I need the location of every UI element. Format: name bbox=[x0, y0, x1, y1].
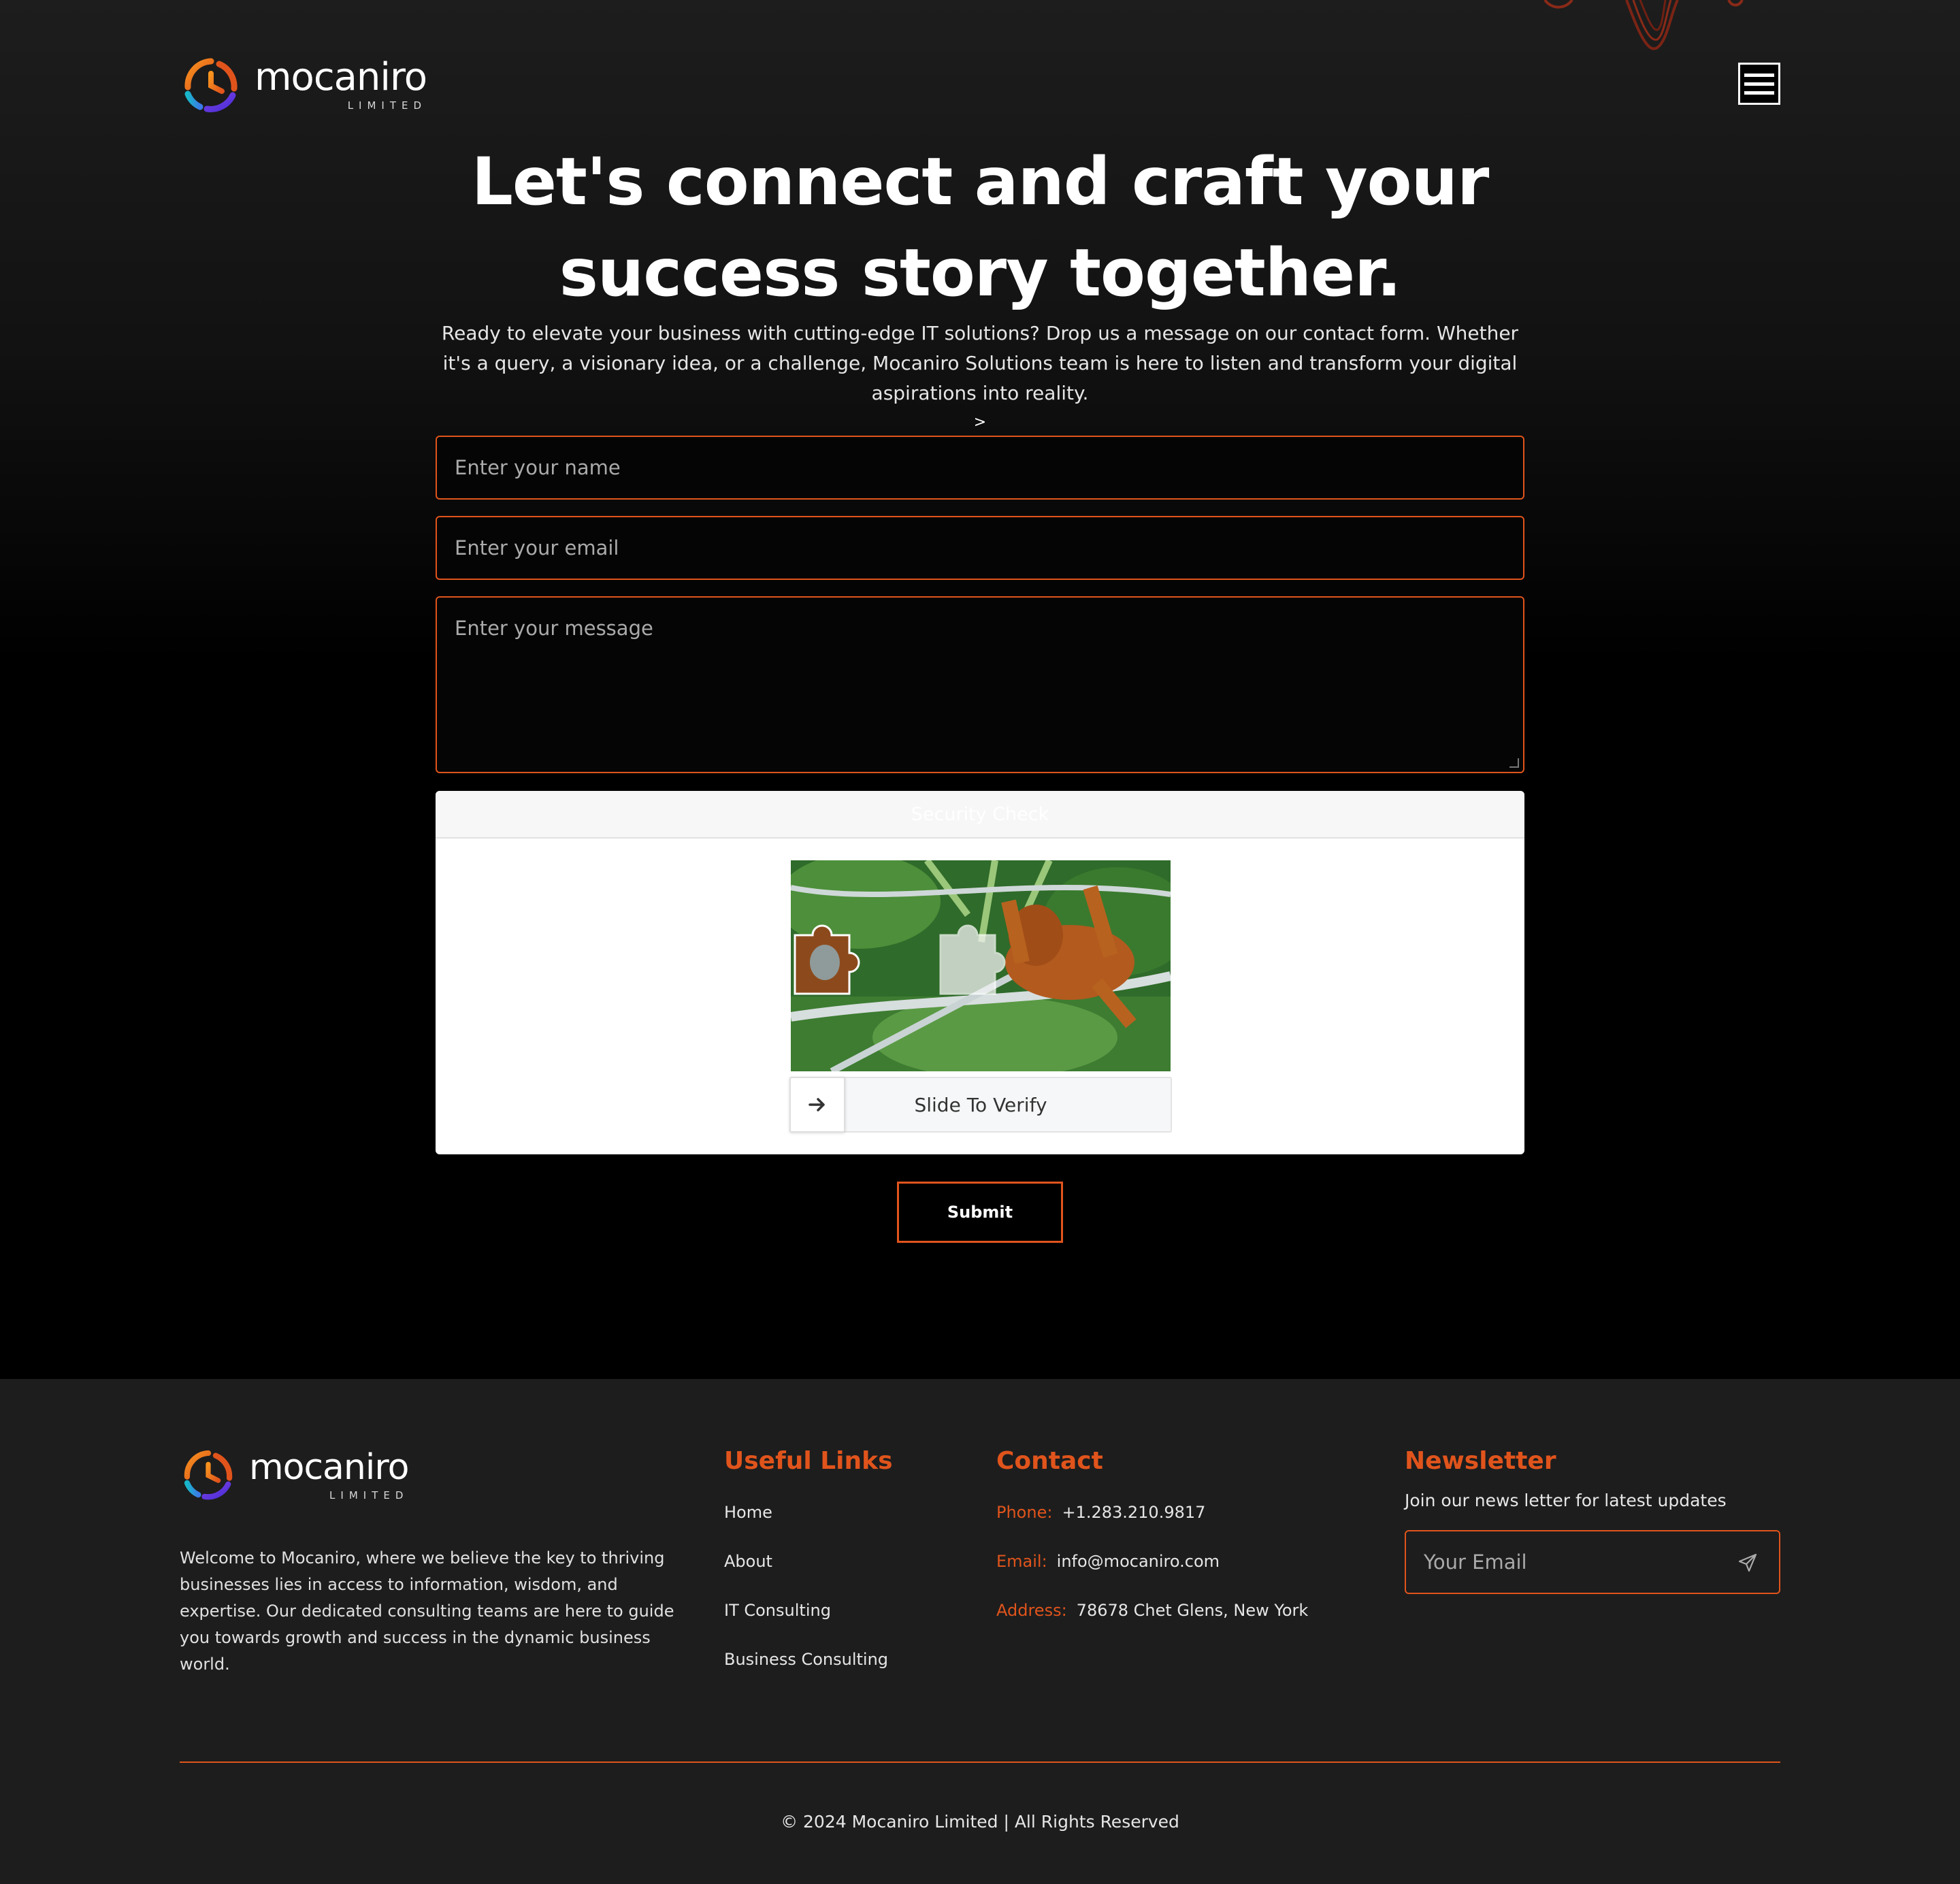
footer-divider bbox=[180, 1761, 1780, 1763]
useful-links-heading: Useful Links bbox=[724, 1447, 893, 1475]
hamburger-menu-icon[interactable] bbox=[1738, 63, 1780, 105]
logo-mark-icon bbox=[184, 1450, 233, 1500]
footer-link-about[interactable]: About bbox=[724, 1552, 772, 1571]
logo-wordmark: mocaniro bbox=[255, 55, 427, 99]
logo-subtitle: LIMITED bbox=[347, 99, 427, 112]
captcha-puzzle-image bbox=[791, 860, 1171, 1071]
phone-label: Phone: bbox=[996, 1503, 1053, 1522]
logo-wordmark: mocaniro bbox=[249, 1447, 409, 1488]
email-label: Email: bbox=[996, 1552, 1047, 1571]
copyright: © 2024 Mocaniro Limited | All Rights Res… bbox=[0, 1812, 1960, 1832]
name-input[interactable]: Enter your name bbox=[436, 436, 1524, 500]
email-input[interactable]: Enter your email bbox=[436, 516, 1524, 580]
send-icon[interactable] bbox=[1737, 1552, 1759, 1574]
message-textarea[interactable]: Enter your message bbox=[436, 596, 1524, 773]
copyright-icon: © bbox=[781, 1812, 804, 1832]
message-placeholder: Enter your message bbox=[455, 617, 653, 640]
hero-section: mocaniro LIMITED Let's connect and craft… bbox=[0, 0, 1960, 1379]
intro-text: Ready to elevate your business with cutt… bbox=[441, 322, 1519, 404]
email-placeholder: Enter your email bbox=[455, 536, 619, 559]
slider-handle[interactable] bbox=[789, 1077, 845, 1133]
footer-link-business-consulting[interactable]: Business Consulting bbox=[724, 1650, 888, 1669]
newsletter-email-input[interactable]: Your Email bbox=[1405, 1530, 1780, 1594]
submit-button[interactable]: Submit bbox=[897, 1182, 1063, 1243]
header-logo[interactable]: mocaniro LIMITED bbox=[180, 53, 427, 116]
address-value: 78678 Chet Glens, New York bbox=[1076, 1601, 1309, 1620]
captcha-slider-track[interactable]: Slide To Verify bbox=[789, 1077, 1172, 1133]
footer: mocaniro LIMITED Welcome to Mocaniro, wh… bbox=[0, 1379, 1960, 1884]
arrow-right-icon bbox=[808, 1098, 825, 1111]
logo-mark-icon bbox=[184, 58, 238, 112]
phone-value[interactable]: +1.283.210.9817 bbox=[1062, 1503, 1205, 1522]
footer-link-it-consulting[interactable]: IT Consulting bbox=[724, 1601, 831, 1620]
resize-handle-icon[interactable] bbox=[1509, 758, 1519, 768]
slider-label: Slide To Verify bbox=[914, 1093, 1047, 1116]
newsletter-placeholder: Your Email bbox=[1424, 1550, 1527, 1574]
footer-about-text: Welcome to Mocaniro, where we believe th… bbox=[180, 1548, 674, 1674]
contact-email: Email: info@mocaniro.com bbox=[996, 1552, 1220, 1571]
copyright-text: 2024 Mocaniro Limited | All Rights Reser… bbox=[803, 1812, 1179, 1832]
newsletter-description: Join our news letter for latest updates bbox=[1405, 1491, 1727, 1510]
headline-line-2: success story together. bbox=[559, 235, 1402, 311]
logo-subtitle: LIMITED bbox=[329, 1489, 409, 1501]
caret-glyph: > bbox=[973, 414, 987, 431]
contact-address: Address: 78678 Chet Glens, New York bbox=[996, 1601, 1308, 1620]
page-title: Let's connect and craft your success sto… bbox=[436, 136, 1524, 319]
newsletter-heading: Newsletter bbox=[1405, 1447, 1556, 1475]
headline-line-1: Let's connect and craft your bbox=[471, 144, 1490, 220]
contact-heading: Contact bbox=[996, 1447, 1103, 1475]
address-label: Address: bbox=[996, 1601, 1067, 1620]
email-value[interactable]: info@mocaniro.com bbox=[1057, 1552, 1220, 1571]
captcha-panel: Security Check Slide To Verify bbox=[436, 791, 1524, 1154]
name-placeholder: Enter your name bbox=[455, 456, 621, 479]
captcha-title: Security Check bbox=[436, 791, 1524, 839]
contact-phone: Phone: +1.283.210.9817 bbox=[996, 1503, 1205, 1522]
decorative-waves bbox=[1544, 0, 1744, 50]
footer-link-home[interactable]: Home bbox=[724, 1503, 772, 1522]
footer-logo[interactable]: mocaniro LIMITED bbox=[180, 1446, 409, 1503]
